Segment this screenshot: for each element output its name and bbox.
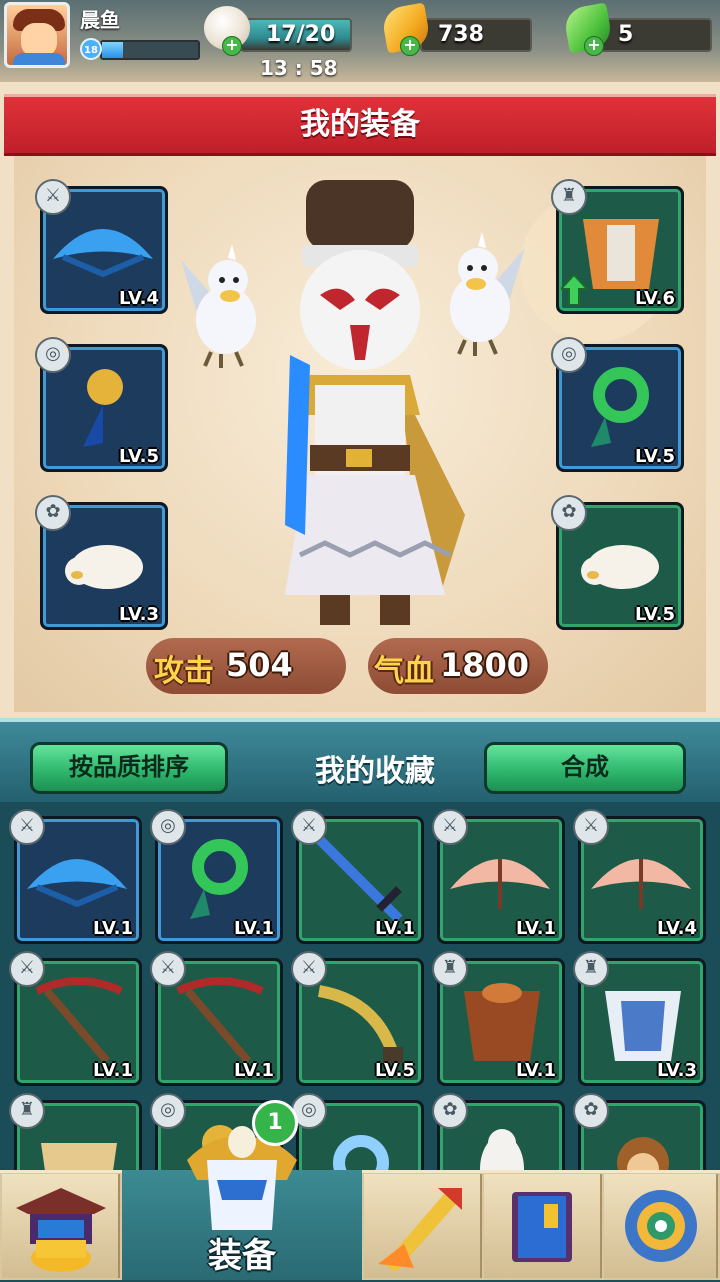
equipment-slot[interactable]: ◎ LV.1 xyxy=(150,809,283,944)
player-avatar[interactable] xyxy=(4,2,70,68)
player-level-badge: 18 xyxy=(80,38,102,60)
item-level: LV.5 xyxy=(119,446,159,467)
item-level: LV.5 xyxy=(635,604,675,625)
paw-badge-icon: ✿ xyxy=(35,495,71,531)
item-level: LV.1 xyxy=(234,1060,274,1081)
hero-character xyxy=(285,180,465,625)
gold-counter: 738 xyxy=(420,18,532,52)
equipment-slot[interactable]: ⚔ LV.1 xyxy=(291,809,424,944)
armor-badge-icon: ♜ xyxy=(551,179,587,215)
white-bird-companion-left xyxy=(181,244,256,368)
collection-header: 按品质排序 我的收藏 合成 xyxy=(0,718,720,802)
book-icon xyxy=(512,1192,572,1262)
sword-badge-icon: ⚔ xyxy=(432,809,468,845)
xp-fill xyxy=(102,42,124,58)
equipment-slot[interactable]: ♜ LV.3 xyxy=(573,951,706,1086)
item-level: LV.5 xyxy=(375,1060,415,1081)
item-level: LV.1 xyxy=(234,918,274,939)
hp-label: 气血 xyxy=(374,654,434,689)
collection-title: 我的收藏 xyxy=(315,754,435,789)
stamina-timer: 13 : 58 xyxy=(260,56,338,80)
paw-badge-icon: ✿ xyxy=(432,1093,468,1129)
attack-value: 504 xyxy=(226,646,293,684)
ring-badge-icon: ◎ xyxy=(35,337,71,373)
item-level: LV.1 xyxy=(516,918,556,939)
item-level: LV.6 xyxy=(635,288,675,309)
item-level: LV.5 xyxy=(635,446,675,467)
equipment-slot[interactable]: ✿ LV.3 xyxy=(35,495,168,630)
equipment-title: 我的装备 xyxy=(300,107,420,142)
ring-badge-icon: ◎ xyxy=(150,809,186,845)
equipment-slot[interactable]: ◎ LV.5 xyxy=(551,337,684,472)
sword-badge-icon: ⚔ xyxy=(291,809,327,845)
sword-badge-icon: ⚔ xyxy=(9,809,45,845)
item-level: LV.3 xyxy=(657,1060,697,1081)
settings-gear-icon xyxy=(625,1190,697,1262)
item-level: LV.1 xyxy=(516,1060,556,1081)
armor-badge-icon: ♜ xyxy=(432,951,468,987)
sword-badge-icon: ⚔ xyxy=(573,809,609,845)
equipment-slot[interactable]: ✿ LV.5 xyxy=(551,495,684,630)
nav-tab-forge[interactable] xyxy=(364,1174,482,1278)
sword-badge-icon: ⚔ xyxy=(35,179,71,215)
item-level: LV.4 xyxy=(119,288,159,309)
equipment-slot[interactable]: ⚔ LV.1 xyxy=(9,809,142,944)
attack-stat-pill: 攻击 504 xyxy=(146,638,346,694)
gold-value: 738 xyxy=(438,22,484,47)
stamina-counter: 17/20 xyxy=(240,18,352,52)
stamina-value: 17/20 xyxy=(266,22,336,47)
sword-badge-icon: ⚔ xyxy=(291,951,327,987)
item-level: LV.1 xyxy=(93,1060,133,1081)
nav-tab-settings[interactable] xyxy=(604,1174,718,1278)
sword-badge-icon: ⚔ xyxy=(150,951,186,987)
equipment-slot[interactable]: ♜ LV.6 xyxy=(551,179,684,314)
hp-value: 1800 xyxy=(440,646,530,684)
equipment-slot[interactable]: ◎ LV.5 xyxy=(35,337,168,472)
equipment-slot[interactable]: ⚔ LV.4 xyxy=(573,809,706,944)
forge-sword-icon xyxy=(378,1188,462,1272)
equipment-slot[interactable]: ⚔ LV.5 xyxy=(291,951,424,1086)
equipment-slot[interactable]: ⚔ LV.1 xyxy=(9,951,142,1086)
sword-badge-icon: ⚔ xyxy=(9,951,45,987)
title-ribbon: 我的装备 xyxy=(4,94,716,156)
equipment-slot[interactable]: ⚔ LV.1 xyxy=(150,951,283,1086)
item-level: LV.1 xyxy=(93,918,133,939)
nav-tab-equipment[interactable]: 装备 xyxy=(122,1126,362,1280)
sort-by-quality-button[interactable]: 按品质排序 xyxy=(30,742,228,794)
paw-badge-icon: ✿ xyxy=(551,495,587,531)
combine-button[interactable]: 合成 xyxy=(484,742,686,794)
nav-equipment-label: 装备 xyxy=(208,1236,276,1276)
notification-badge: 1 xyxy=(252,1100,298,1146)
armor-badge-icon: ♜ xyxy=(573,951,609,987)
paw-badge-icon: ✿ xyxy=(573,1093,609,1129)
nav-tab-book[interactable] xyxy=(484,1174,602,1278)
item-level: LV.1 xyxy=(375,918,415,939)
equipment-slot[interactable]: ⚔ LV.1 xyxy=(432,809,565,944)
hp-stat-pill: 气血 1800 xyxy=(368,638,548,694)
shop-pagoda-icon xyxy=(16,1188,106,1272)
attack-label: 攻击 xyxy=(154,654,214,689)
item-level: LV.3 xyxy=(119,604,159,625)
add-stamina-button[interactable]: + xyxy=(222,36,242,56)
equipment-slot[interactable]: ♜ LV.1 xyxy=(432,951,565,1086)
nav-tab-shop[interactable] xyxy=(2,1174,120,1278)
item-level: LV.4 xyxy=(657,918,697,939)
jade-value: 5 xyxy=(618,22,634,47)
jade-counter: 5 xyxy=(600,18,712,52)
upgrade-arrow-icon xyxy=(558,273,590,306)
xp-bar xyxy=(100,40,200,60)
equipment-slot[interactable]: ⚔ LV.4 xyxy=(35,179,168,314)
ring-badge-icon: ◎ xyxy=(551,337,587,373)
armor-badge-icon: ♜ xyxy=(9,1093,45,1129)
add-gold-button[interactable]: + xyxy=(400,36,420,56)
player-name: 晨鱼 xyxy=(80,8,120,32)
add-jade-button[interactable]: + xyxy=(584,36,604,56)
